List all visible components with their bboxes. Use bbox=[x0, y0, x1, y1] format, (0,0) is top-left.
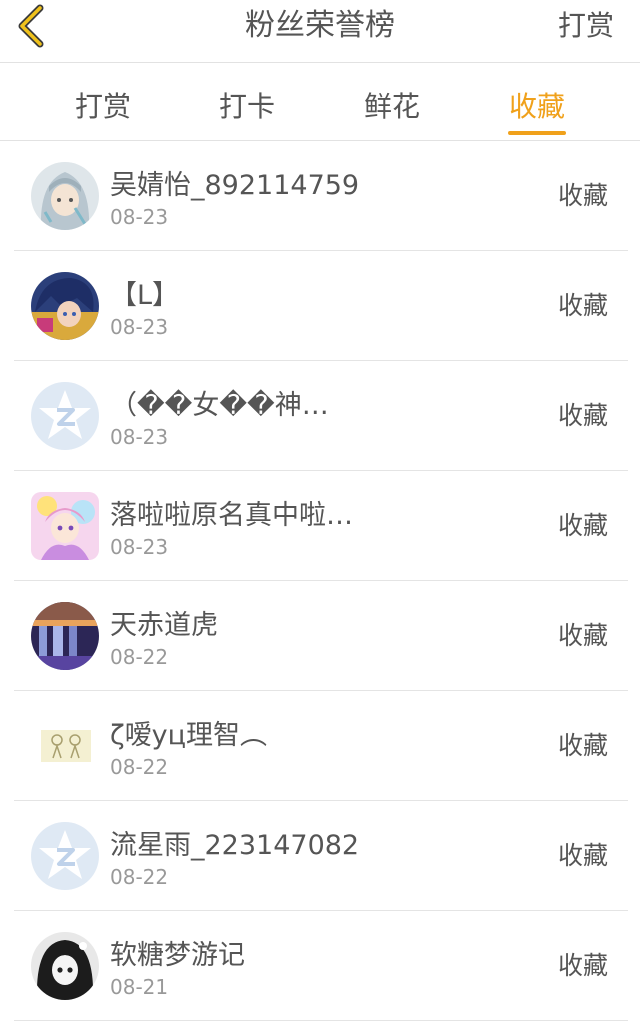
user-name: 吴婧怡_892114759 bbox=[110, 170, 360, 201]
avatar bbox=[31, 382, 99, 450]
user-name: （��女��神… bbox=[110, 390, 329, 421]
list-item[interactable]: 天赤道虎 08-22 收藏 bbox=[0, 581, 640, 691]
list-item[interactable]: 吴婧怡_892114759 08-23 收藏 bbox=[0, 141, 640, 251]
avatar bbox=[31, 272, 99, 340]
date-label: 08-22 bbox=[110, 755, 169, 779]
user-name: 流星雨_223147082 bbox=[110, 830, 360, 861]
user-name: 落啦啦原名真中啦… bbox=[110, 500, 353, 531]
avatar bbox=[31, 162, 99, 230]
date-label: 08-22 bbox=[110, 645, 169, 669]
action-label: 收藏 bbox=[557, 951, 608, 980]
active-tab-indicator bbox=[508, 131, 566, 135]
action-label: 收藏 bbox=[557, 401, 608, 430]
waterfall-night-icon bbox=[31, 602, 99, 670]
action-label: 收藏 bbox=[557, 291, 608, 320]
list-item[interactable]: 流星雨_223147082 08-22 收藏 bbox=[0, 801, 640, 911]
date-label: 08-23 bbox=[110, 535, 169, 559]
tab-label: 鲜花 bbox=[363, 90, 420, 123]
action-label: 收藏 bbox=[557, 731, 608, 760]
sketch-couple-icon bbox=[31, 712, 99, 780]
list-item[interactable]: 落啦啦原名真中啦… 08-23 收藏 bbox=[0, 471, 640, 581]
default-star-avatar-icon bbox=[31, 822, 99, 890]
date-label: 08-23 bbox=[110, 205, 169, 229]
anime-girl-silver-icon bbox=[31, 162, 99, 230]
avatar bbox=[31, 492, 99, 560]
avatar bbox=[31, 822, 99, 890]
user-name: ζ嗳yц理智︵ bbox=[110, 720, 268, 751]
date-label: 08-21 bbox=[110, 975, 169, 999]
fan-list: 吴婧怡_892114759 08-23 收藏 【L】 08-23 收藏 （��女… bbox=[0, 141, 640, 1021]
bw-anime-girl-icon bbox=[31, 932, 99, 1000]
top-app-bar: 粉丝荣誉榜 打赏 bbox=[0, 0, 640, 63]
date-label: 08-23 bbox=[110, 425, 169, 449]
avatar bbox=[31, 712, 99, 780]
list-item[interactable]: 软糖梦游记 08-21 收藏 bbox=[0, 911, 640, 1021]
avatar bbox=[31, 602, 99, 670]
tab-flowers[interactable]: 鲜花 bbox=[320, 63, 464, 140]
avatar bbox=[31, 932, 99, 1000]
user-name: 【L】 bbox=[110, 280, 180, 311]
tab-reward[interactable]: 打赏 bbox=[31, 63, 175, 140]
page-title: 粉丝荣誉榜 bbox=[245, 8, 395, 43]
list-item[interactable]: （��女��神… 08-23 收藏 bbox=[0, 361, 640, 471]
action-label: 收藏 bbox=[557, 511, 608, 540]
action-label: 收藏 bbox=[557, 621, 608, 650]
tab-bar: 打赏 打卡 鲜花 收藏 bbox=[0, 63, 640, 141]
default-star-avatar-icon bbox=[31, 382, 99, 450]
magical-girl-icon bbox=[31, 492, 99, 560]
reward-button[interactable]: 打赏 bbox=[558, 0, 614, 52]
tab-checkin[interactable]: 打卡 bbox=[175, 63, 319, 140]
list-item[interactable]: ζ嗳yц理智︵ 08-22 收藏 bbox=[0, 691, 640, 801]
tab-label: 收藏 bbox=[508, 90, 565, 123]
action-label: 收藏 bbox=[557, 181, 608, 210]
user-name: 天赤道虎 bbox=[110, 610, 218, 641]
date-label: 08-22 bbox=[110, 865, 169, 889]
tab-label: 打卡 bbox=[218, 90, 275, 123]
date-label: 08-23 bbox=[110, 315, 169, 339]
anime-boy-blue-icon bbox=[31, 272, 99, 340]
user-name: 软糖梦游记 bbox=[110, 940, 245, 971]
action-label: 收藏 bbox=[557, 841, 608, 870]
tab-favorites[interactable]: 收藏 bbox=[465, 63, 609, 140]
tab-label: 打赏 bbox=[74, 90, 131, 123]
list-item[interactable]: 【L】 08-23 收藏 bbox=[0, 251, 640, 361]
